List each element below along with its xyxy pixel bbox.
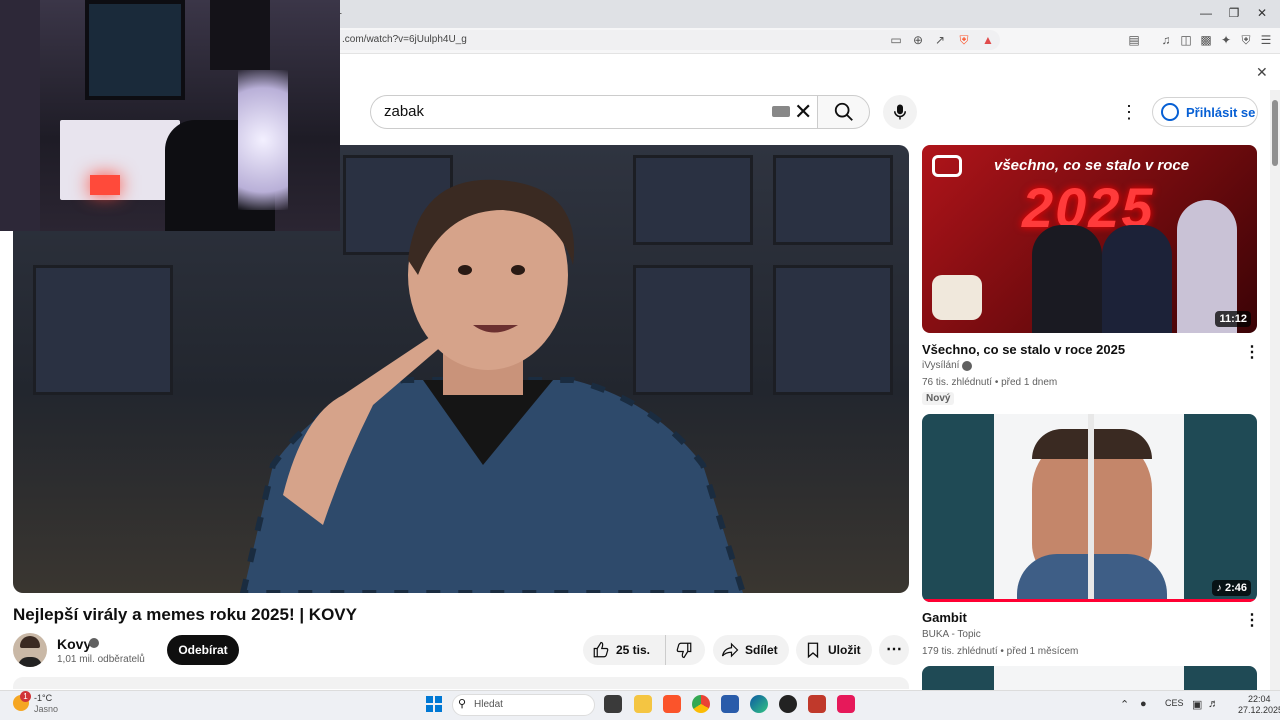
sidebar-icon[interactable]: ◫ <box>1178 32 1194 48</box>
thumbs-up-icon <box>593 641 609 658</box>
video-title: Nejlepší virály a memes roku 2025! | KOV… <box>13 605 357 624</box>
share-button[interactable]: Sdílet <box>713 635 789 665</box>
rec-title[interactable]: Gambit <box>922 610 967 625</box>
webcam-overlay <box>0 0 340 231</box>
rec-thumbnail[interactable]: všechno, co se stalo v roce 2025 11:12 <box>922 145 1257 333</box>
obs-icon[interactable] <box>779 695 797 713</box>
volume-icon[interactable]: ♬ <box>1208 698 1219 710</box>
verified-icon <box>962 361 972 371</box>
search-icon: ⚲ <box>458 698 467 710</box>
subscribe-button[interactable]: Odebírat <box>167 635 239 665</box>
clock-date[interactable]: 27.12.2025 <box>1238 705 1280 715</box>
channel-avatar[interactable] <box>13 633 47 667</box>
bookmark-icon <box>807 642 819 659</box>
weather-badge: 1 <box>20 691 31 702</box>
media-icon[interactable]: ♫ <box>1158 32 1174 48</box>
address-url: .com/watch?v=6jUulph4U_g <box>342 34 467 45</box>
chrome-icon[interactable] <box>692 695 710 713</box>
save-button[interactable]: Uložit <box>796 635 872 665</box>
channel-name[interactable]: Kovy <box>57 636 91 652</box>
microphone-icon <box>894 104 906 120</box>
thumbs-down-icon <box>676 642 692 659</box>
microphone-tray-icon[interactable]: ● <box>1140 698 1147 710</box>
brave-shields-icon[interactable]: ⛨ <box>956 32 972 48</box>
weather-desc: Jasno <box>34 704 59 714</box>
rec-channel[interactable]: iVysílání <box>922 360 959 371</box>
app-k-icon[interactable] <box>721 695 739 713</box>
minimize-button[interactable]: — <box>1196 5 1216 21</box>
dislike-button[interactable] <box>665 635 705 665</box>
network-icon[interactable]: ▣ <box>1192 698 1202 711</box>
scrollbar-thumb[interactable] <box>1272 100 1278 166</box>
share-label: Sdílet <box>745 643 778 657</box>
settings-more-icon[interactable]: ⋮ <box>1120 100 1138 124</box>
keyboard-icon[interactable] <box>772 106 790 117</box>
menu-icon[interactable]: ☰ <box>1258 32 1274 48</box>
rec-meta: 76 tis. zhlédnutí • před 1 dnem <box>922 377 1058 388</box>
clear-search-icon[interactable]: ✕ <box>794 100 812 124</box>
like-button[interactable]: 25 tis. <box>583 635 665 665</box>
close-window-button[interactable]: ✕ <box>1252 5 1272 21</box>
new-badge: Nový <box>922 392 955 405</box>
voice-search-button[interactable] <box>883 95 917 129</box>
more-actions-button[interactable]: ⋯ <box>879 635 909 665</box>
signin-label: Přihlásit se <box>1186 105 1256 120</box>
thumb-caption: všechno, co se stalo v roce <box>994 157 1190 174</box>
edge-icon[interactable] <box>750 695 768 713</box>
account-icon <box>1161 103 1179 121</box>
start-button[interactable] <box>426 696 442 712</box>
signin-button[interactable]: Přihlásit se <box>1152 97 1258 127</box>
file-explorer-icon[interactable] <box>634 695 652 713</box>
duration-badge: ♪ 2:46 <box>1212 580 1251 596</box>
app-streaming-icon[interactable] <box>808 695 826 713</box>
duration-badge: 11:12 <box>1215 311 1251 327</box>
wallet-icon[interactable]: ▩ <box>1198 32 1214 48</box>
tray-overflow-icon[interactable]: ⌃ <box>1120 698 1129 711</box>
search-icon <box>834 102 853 121</box>
rec-meta: 179 tis. zhlédnutí • před 1 měsícem <box>922 646 1079 657</box>
share-icon <box>721 642 739 658</box>
brave-browser-icon[interactable] <box>663 695 681 713</box>
tiktok-icon[interactable] <box>837 695 855 713</box>
verified-icon <box>89 638 99 648</box>
rec-thumbnail[interactable]: ♪ 2:46 <box>922 414 1257 602</box>
description-box[interactable] <box>13 677 909 689</box>
ct-logo-icon <box>932 155 962 177</box>
leo-icon[interactable]: ✦ <box>1218 32 1234 48</box>
rec-thumbnail[interactable] <box>922 666 1257 690</box>
reader-mode-icon[interactable]: ▤ <box>1126 32 1142 48</box>
clock-time[interactable]: 22:04 <box>1248 694 1271 704</box>
like-count: 25 tis. <box>616 643 651 657</box>
search-query: zabak <box>384 103 425 120</box>
search-button[interactable] <box>817 95 870 129</box>
rec-menu-icon[interactable]: ⋮ <box>1244 610 1260 630</box>
scrollbar-track[interactable] <box>1270 90 1280 690</box>
rec-menu-icon[interactable]: ⋮ <box>1244 342 1260 362</box>
subscriber-count: 1,01 mil. odběratelů <box>57 654 145 665</box>
vpn-icon[interactable]: ⛨ <box>1238 32 1254 48</box>
close-icon[interactable]: ✕ <box>1256 64 1268 81</box>
zoom-icon[interactable]: ⊕ <box>910 32 926 48</box>
save-label: Uložit <box>828 643 861 657</box>
search-input[interactable] <box>370 95 818 129</box>
language-indicator[interactable]: CES <box>1165 698 1184 708</box>
maximize-button[interactable]: ❐ <box>1224 5 1244 21</box>
rec-channel[interactable]: BUKA - Topic <box>922 629 981 640</box>
brave-rewards-icon[interactable]: ▲ <box>980 32 996 48</box>
share-page-icon[interactable]: ↗ <box>932 32 948 48</box>
weather-temp: -1°C <box>34 693 53 703</box>
cast-icon[interactable]: ▭ <box>888 32 904 48</box>
rec-title[interactable]: Všechno, co se stalo v roce 2025 <box>922 342 1125 357</box>
taskbar-search-placeholder: Hledat <box>474 699 503 710</box>
task-view-icon[interactable] <box>604 695 622 713</box>
